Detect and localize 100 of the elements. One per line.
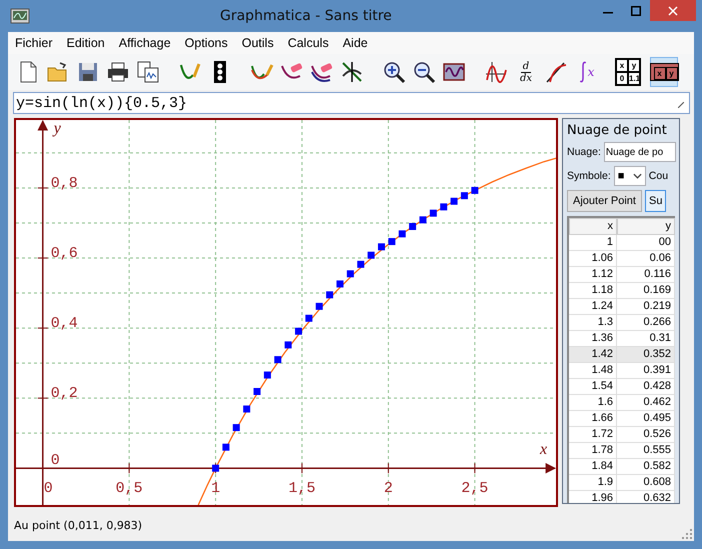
- table-cell: 1.54: [569, 379, 617, 394]
- table-row[interactable]: 1.54 0.428: [569, 379, 675, 395]
- maximize-icon: [631, 6, 641, 16]
- y-axis-label: y: [54, 120, 61, 137]
- chevron-icon: [632, 173, 642, 179]
- menu-item[interactable]: Options: [178, 36, 235, 50]
- table-cell: 1.42: [569, 347, 617, 362]
- table-cell: 1.12: [569, 267, 617, 282]
- menu-item[interactable]: Edition: [60, 36, 112, 50]
- table-icon-cell: x: [654, 67, 666, 80]
- table-cell: 1.36: [569, 331, 617, 346]
- integral-sign-icon: [578, 61, 588, 83]
- field-label: Symbole:: [567, 170, 611, 182]
- table-tool-button[interactable]: x y 0 1.1: [614, 57, 642, 87]
- table-cell: 1.96: [569, 491, 617, 503]
- table-row[interactable]: 1.66 0.495: [569, 411, 675, 427]
- column-header[interactable]: x: [569, 218, 617, 235]
- table-cell: 0.608: [617, 475, 675, 490]
- resize-grip-icon: [678, 102, 684, 108]
- crossing-lines-icon: [340, 60, 364, 84]
- table-cell: 1.18: [569, 283, 617, 298]
- window-title: Graphmatica - Sans titre: [220, 8, 392, 24]
- table-cell: 1: [569, 235, 617, 250]
- table-cell: 0.632: [617, 491, 675, 503]
- pointtable-tool-button[interactable]: x y: [650, 57, 678, 87]
- close-icon: [668, 6, 678, 16]
- table-row[interactable]: 1.3 0.266: [569, 315, 675, 331]
- resize-grip-icon: [682, 529, 692, 539]
- y-tick-label: 0: [50, 452, 60, 470]
- name-field[interactable]: Nuage de po: [604, 142, 676, 162]
- table-cell: 1.3: [569, 315, 617, 330]
- x-tick-label: 0: [44, 480, 53, 498]
- printer-icon: [106, 60, 130, 84]
- table-cell: 0.495: [617, 411, 675, 426]
- table-row[interactable]: 1.9 0.608: [569, 475, 675, 491]
- table-row[interactable]: 1.06 0.06: [569, 251, 675, 267]
- add-point-button[interactable]: Ajouter Point: [567, 190, 642, 212]
- table-cell: 1.78: [569, 443, 617, 458]
- close-button[interactable]: [650, 0, 696, 21]
- table-row[interactable]: 1.12 0.116: [569, 267, 675, 283]
- integral-label: x: [578, 61, 594, 83]
- panel-title: Nuage de point: [567, 123, 668, 138]
- derivative-tool-button[interactable]: d dx: [512, 57, 540, 87]
- x-tick-label: 2,5: [461, 480, 488, 498]
- table-row[interactable]: 1.18 0.169: [569, 283, 675, 299]
- table-cell: 0.582: [617, 459, 675, 474]
- table-row[interactable]: 1.96 0.632: [569, 491, 675, 503]
- y-tick-label: 0,2: [50, 385, 78, 402]
- table-cell: 00: [617, 235, 675, 250]
- table-row[interactable]: 1.6 0.462: [569, 395, 675, 411]
- menu-item[interactable]: Aide: [336, 36, 375, 50]
- zoom-out-icon: [412, 60, 436, 84]
- table-row[interactable]: 1.42 0.352: [569, 347, 675, 363]
- table-cell: 0.266: [617, 315, 675, 330]
- table-cell: 0.555: [617, 443, 675, 458]
- table-cell: 0.219: [617, 299, 675, 314]
- symbol-dropdown[interactable]: ■: [614, 166, 646, 186]
- menu-item[interactable]: Affichage: [112, 36, 178, 50]
- table-row[interactable]: 1.72 0.526: [569, 427, 675, 443]
- table-cell: 1.72: [569, 427, 617, 442]
- table-cell: 0.526: [617, 427, 675, 442]
- equation-field[interactable]: y=sin(ln(x)){0.5,3}: [13, 92, 690, 114]
- axes-curve-icon: [484, 60, 508, 84]
- table-cell: 0.352: [617, 347, 675, 362]
- table-row[interactable]: 1 00: [569, 235, 675, 251]
- table-cell: 0.391: [617, 363, 675, 378]
- table-row[interactable]: 1.24 0.219: [569, 299, 675, 315]
- table-cell: 1.6: [569, 395, 617, 410]
- table-row[interactable]: 1.78 0.555: [569, 443, 675, 459]
- panel-button[interactable]: Su: [644, 190, 666, 212]
- minimize-icon: [603, 12, 613, 14]
- table-cell: 0.116: [617, 267, 675, 282]
- field-label: Nuage:: [567, 146, 601, 158]
- table-row[interactable]: 1.48 0.391: [569, 363, 675, 379]
- table-cell: 1.9: [569, 475, 617, 490]
- column-header[interactable]: y: [617, 218, 675, 235]
- table-icon-cell: y: [628, 59, 640, 72]
- menu-item[interactable]: Outils: [234, 36, 281, 50]
- menu-item[interactable]: Calculs: [280, 36, 336, 50]
- table-cell: 1.06: [569, 251, 617, 266]
- menu-item[interactable]: Fichier: [8, 36, 60, 50]
- table-cell: 1.84: [569, 459, 617, 474]
- integral-tool-button[interactable]: x: [572, 57, 600, 87]
- table-cell: 0.31: [617, 331, 675, 346]
- status-text: Au point (0,011, 0,983): [14, 519, 142, 532]
- table-cell: 0.428: [617, 379, 675, 394]
- app-icon: [10, 6, 30, 26]
- table-cell: 0.169: [617, 283, 675, 298]
- table-cell: 1.48: [569, 363, 617, 378]
- table-icon-cell: 1.1: [628, 72, 640, 85]
- table-cell: 0.462: [617, 395, 675, 410]
- x-axis-label: x: [540, 441, 548, 458]
- table-row[interactable]: 1.84 0.582: [569, 459, 675, 475]
- table-cell: 1.24: [569, 299, 617, 314]
- y-tick-label: 0,8: [50, 174, 78, 192]
- table-icon-cell: 0: [616, 72, 628, 85]
- table-icon-cell: x: [616, 59, 628, 72]
- x-tick-label: 1: [211, 480, 220, 498]
- x-tick-label: 0,5: [116, 480, 143, 498]
- tangent-line-icon: [544, 60, 568, 84]
